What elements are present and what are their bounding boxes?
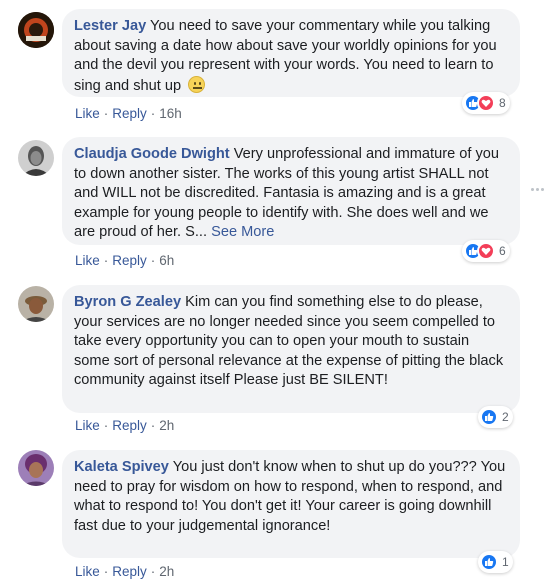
like-link[interactable]: Like	[75, 564, 100, 579]
comment-actions: Like · Reply · 6h	[75, 253, 174, 268]
like-link[interactable]: Like	[75, 106, 100, 121]
like-link[interactable]: Like	[75, 418, 100, 433]
timestamp[interactable]: 2h	[159, 418, 174, 433]
heart-icon	[477, 94, 495, 112]
comment-author[interactable]: Claudja Goode Dwight	[74, 146, 230, 162]
see-more-link[interactable]: See More	[211, 224, 274, 240]
reaction-count: 6	[499, 244, 506, 258]
reactions-summary[interactable]: 1	[478, 551, 513, 573]
separator: ·	[103, 253, 109, 268]
thumbs-up-icon	[480, 553, 498, 571]
separator: ·	[150, 253, 156, 268]
timestamp[interactable]: 16h	[159, 106, 182, 121]
reaction-count: 1	[502, 555, 509, 569]
comment-actions: Like · Reply · 16h	[75, 106, 182, 121]
thumbs-up-icon	[480, 408, 498, 426]
reply-link[interactable]: Reply	[112, 564, 147, 579]
comment-author[interactable]: Byron G Zealey	[74, 294, 181, 310]
reply-link[interactable]: Reply	[112, 418, 147, 433]
separator: ·	[150, 418, 156, 433]
avatar[interactable]	[18, 450, 54, 486]
comment-bubble: Byron G Zealey Kim can you find somethin…	[62, 285, 520, 413]
separator: ·	[103, 564, 109, 579]
reaction-count: 2	[502, 410, 509, 424]
reaction-count: 8	[499, 96, 506, 110]
reply-link[interactable]: Reply	[112, 253, 147, 268]
reply-link[interactable]: Reply	[112, 106, 147, 121]
separator: ·	[103, 106, 109, 121]
reactions-summary[interactable]: 8	[462, 92, 510, 114]
timestamp[interactable]: 2h	[159, 564, 174, 579]
avatar[interactable]	[18, 140, 54, 176]
separator: ·	[150, 106, 156, 121]
avatar[interactable]	[18, 286, 54, 322]
like-link[interactable]: Like	[75, 253, 100, 268]
comment-bubble: Claudja Goode Dwight Very unprofessional…	[62, 137, 520, 245]
comment-author[interactable]: Lester Jay	[74, 18, 146, 34]
timestamp[interactable]: 6h	[159, 253, 174, 268]
comment-bubble: Lester Jay You need to save your comment…	[62, 9, 520, 97]
comment-actions: Like · Reply · 2h	[75, 418, 174, 433]
comment-author[interactable]: Kaleta Spivey	[74, 459, 169, 475]
grimace-emoji-icon	[188, 75, 206, 93]
separator: ·	[150, 564, 156, 579]
comment-actions: Like · Reply · 2h	[75, 564, 174, 579]
separator: ·	[103, 418, 109, 433]
reactions-summary[interactable]: 2	[478, 406, 513, 428]
reactions-summary[interactable]: 6	[462, 240, 510, 262]
more-dots-icon[interactable]	[531, 188, 544, 191]
heart-icon	[477, 242, 495, 260]
avatar[interactable]	[18, 12, 54, 48]
comment-bubble: Kaleta Spivey You just don't know when t…	[62, 450, 520, 558]
